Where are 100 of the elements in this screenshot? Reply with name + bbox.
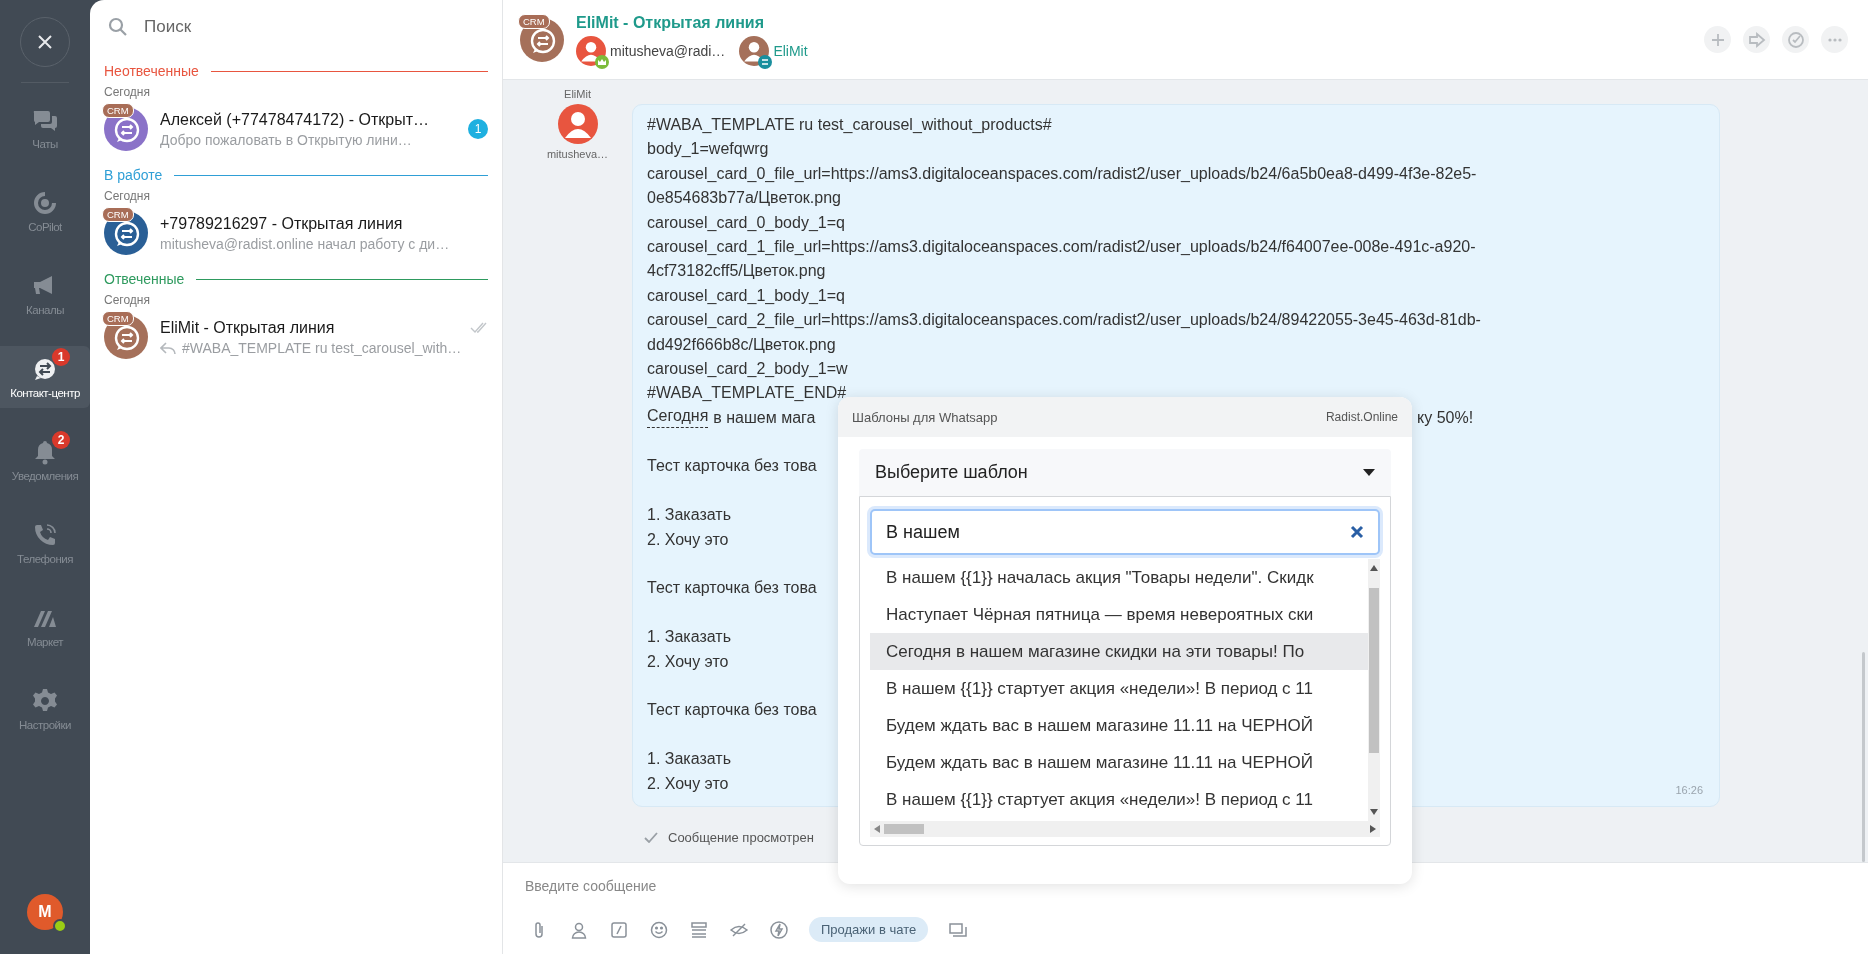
scrollbar[interactable] [1368, 559, 1380, 821]
chat-name: +79789216297 - Открытая линия [160, 214, 403, 233]
message-line: 0e854683b77a/Цветок.png [647, 188, 841, 209]
seen-status: Сообщение просмотрен [668, 829, 814, 845]
chat-name: Алексей (+77478474172) - Открыт… [160, 110, 429, 129]
chat-item[interactable]: CRM EliMit - Открытая линия #WABA_TEMPLATE ru test_carousel_with… [104, 310, 488, 366]
message-line: carousel_card_2_file_url=https://ams3.digitaloceanspaces.com/radist2/user_uploads/b24/89422055-3e45-463d-81db- [647, 310, 1481, 331]
crown-badge-icon [595, 54, 609, 69]
message-line: 4cf73182cff5/Цветок.png [647, 261, 826, 282]
nav-item[interactable]: 2 Уведомления [0, 419, 90, 502]
participant-name[interactable]: EliMit [773, 42, 808, 59]
message-line: 1. Заказать [647, 627, 731, 648]
message-line: 2. Хочу это [647, 773, 729, 794]
message-preview: #WABA_TEMPLATE ru test_carousel_with… [182, 339, 462, 356]
template-option[interactable]: В нашем {{1}} началась акция "Товары недели". Скидк [870, 559, 1368, 596]
scroll-left-icon[interactable] [874, 825, 880, 833]
message-line: в нашем мага [713, 407, 816, 428]
message-line: carousel_card_0_body_1=q [647, 212, 845, 233]
message-line: Тест карточка без това [647, 700, 817, 721]
template-option[interactable]: Будем ждать вас в нашем магазине 11.11 на ЧЕРНОЙ [870, 707, 1368, 744]
scrollbar[interactable] [870, 821, 1380, 837]
scroll-right-icon[interactable] [1370, 825, 1376, 833]
scroll-down-icon[interactable] [1370, 809, 1378, 815]
message-line: 1. Заказать [647, 749, 731, 770]
scrollbar[interactable] [1862, 652, 1865, 862]
count-badge: 1 [52, 347, 70, 366]
template-search-field[interactable]: В нашем [870, 509, 1380, 555]
date-label: Сегодня [104, 84, 151, 101]
template-option[interactable]: В нашем {{1}} стартует акция «недели»! В период с 11 [870, 670, 1368, 707]
spiral-icon [32, 190, 58, 216]
template-option[interactable]: Будем ждать вас в нашем магазине 11.11 на ЧЕРНОЙ [870, 744, 1368, 781]
message-line: Тест карточка без това [647, 456, 817, 477]
clear-icon[interactable] [1350, 525, 1364, 539]
message-line: #WABA_TEMPLATE ru test_carousel_without_products# [647, 115, 1052, 135]
message-line: body_1=wefqwrg [647, 139, 769, 160]
message-line: 2. Хочу это [647, 651, 729, 672]
message-line: carousel_card_2_body_1=w [647, 358, 848, 379]
sender-operator: mitusheva… [546, 148, 609, 160]
message-time: 16:26 [1675, 783, 1703, 796]
date-label: Сегодня [104, 188, 151, 205]
participant-name[interactable]: mitusheva@radi… [610, 42, 726, 59]
brand-label: Radist.Online [1325, 410, 1398, 424]
search-icon [108, 17, 128, 37]
template-option[interactable]: Сегодня в нашем магазине скидки на эти товары! По [870, 633, 1368, 670]
count-badge: 2 [52, 431, 70, 449]
smiley-icon[interactable] [649, 919, 669, 940]
caret-icon [1363, 469, 1375, 476]
message-line: ку 50%! [1417, 407, 1474, 428]
arrow-right-icon [1747, 30, 1766, 49]
message-preview: Добро пожаловать в Открытую лини… [160, 131, 412, 148]
stack-icon[interactable] [689, 919, 709, 940]
check-icon [644, 831, 658, 843]
phone-icon [32, 522, 58, 548]
message-line: Тест карточка без това [647, 578, 817, 599]
lightning-icon[interactable] [769, 919, 789, 940]
crm-tag: CRM [518, 13, 550, 29]
user-avatar[interactable]: M [27, 894, 63, 930]
message-preview: mitusheva@radist.online начал работу с ди… [160, 235, 450, 252]
group-title: Неотвеченные [104, 63, 199, 79]
message-line: #WABA_TEMPLATE_END# [647, 383, 847, 404]
chat-item[interactable]: CRM +79789216297 - Открытая линия mitusheva@radist.online начал работу с ди… [104, 206, 488, 262]
user-avatar [739, 35, 770, 66]
more-icon [1827, 37, 1842, 42]
sender-name: EliMit [564, 88, 591, 100]
chat-name: EliMit - Открытая линия [160, 318, 335, 337]
chat-item[interactable]: CRM Алексей (+77478474172) - Открыт… Добро пожаловать в Открытую лини… 1 [104, 102, 488, 158]
message-line: carousel_card_0_file_url=https://ams3.digitaloceanspaces.com/radist2/user_uploads/b24/6a5b0ea8-d499-4f3e-82e5- [647, 163, 1477, 184]
close-button[interactable] [20, 17, 70, 67]
scrollbar-thumb[interactable] [884, 824, 924, 834]
crm-tag: CRM [102, 311, 134, 326]
date-link[interactable]: Сегодня [647, 405, 709, 428]
date-label: Сегодня [104, 292, 151, 309]
template-option[interactable]: Наступает Чёрная пятница — время невероятных ски [870, 596, 1368, 633]
unread-badge: 1 [468, 119, 488, 139]
user-avatar [557, 104, 598, 144]
template-option[interactable]: В нашем {{1}} стартует акция «недели»! В период с 11 [870, 781, 1368, 818]
forward-button[interactable] [1743, 26, 1770, 53]
add-button[interactable] [1704, 26, 1731, 53]
scroll-up-icon[interactable] [1370, 565, 1378, 571]
more-button[interactable] [1821, 26, 1848, 53]
template-select[interactable]: Выберите шаблон [859, 449, 1391, 496]
popup-title: Шаблоны для Whatsapp [852, 409, 998, 425]
finish-button[interactable] [1782, 26, 1809, 53]
sales-chip[interactable]: Продажи в чате [809, 917, 929, 942]
nav-item[interactable]: 1 Контакт-центр [0, 346, 90, 408]
group-title: Отвеченные [104, 271, 185, 287]
chat-badge-icon [758, 54, 773, 69]
message-line: dd492f666b8c/Цветок.png [647, 334, 836, 355]
settings-icon [32, 688, 58, 714]
group-title: В работе [104, 167, 163, 183]
crm-tag: CRM [102, 207, 134, 222]
close-icon [37, 34, 53, 50]
check-circle-icon [1786, 30, 1805, 49]
message-line: carousel_card_1_file_url=https://ams3.digitaloceanspaces.com/radist2/user_uploads/b24/f64007ee-008e-491c-a920- [647, 236, 1476, 257]
message-line: carousel_card_1_body_1=q [647, 285, 845, 306]
scrollbar-thumb[interactable] [1369, 587, 1379, 753]
message-line: 2. Хочу это [647, 529, 729, 550]
message-line: 1. Заказать [647, 505, 731, 526]
slash-square-icon[interactable] [609, 919, 629, 940]
crm-tag: CRM [102, 103, 134, 118]
